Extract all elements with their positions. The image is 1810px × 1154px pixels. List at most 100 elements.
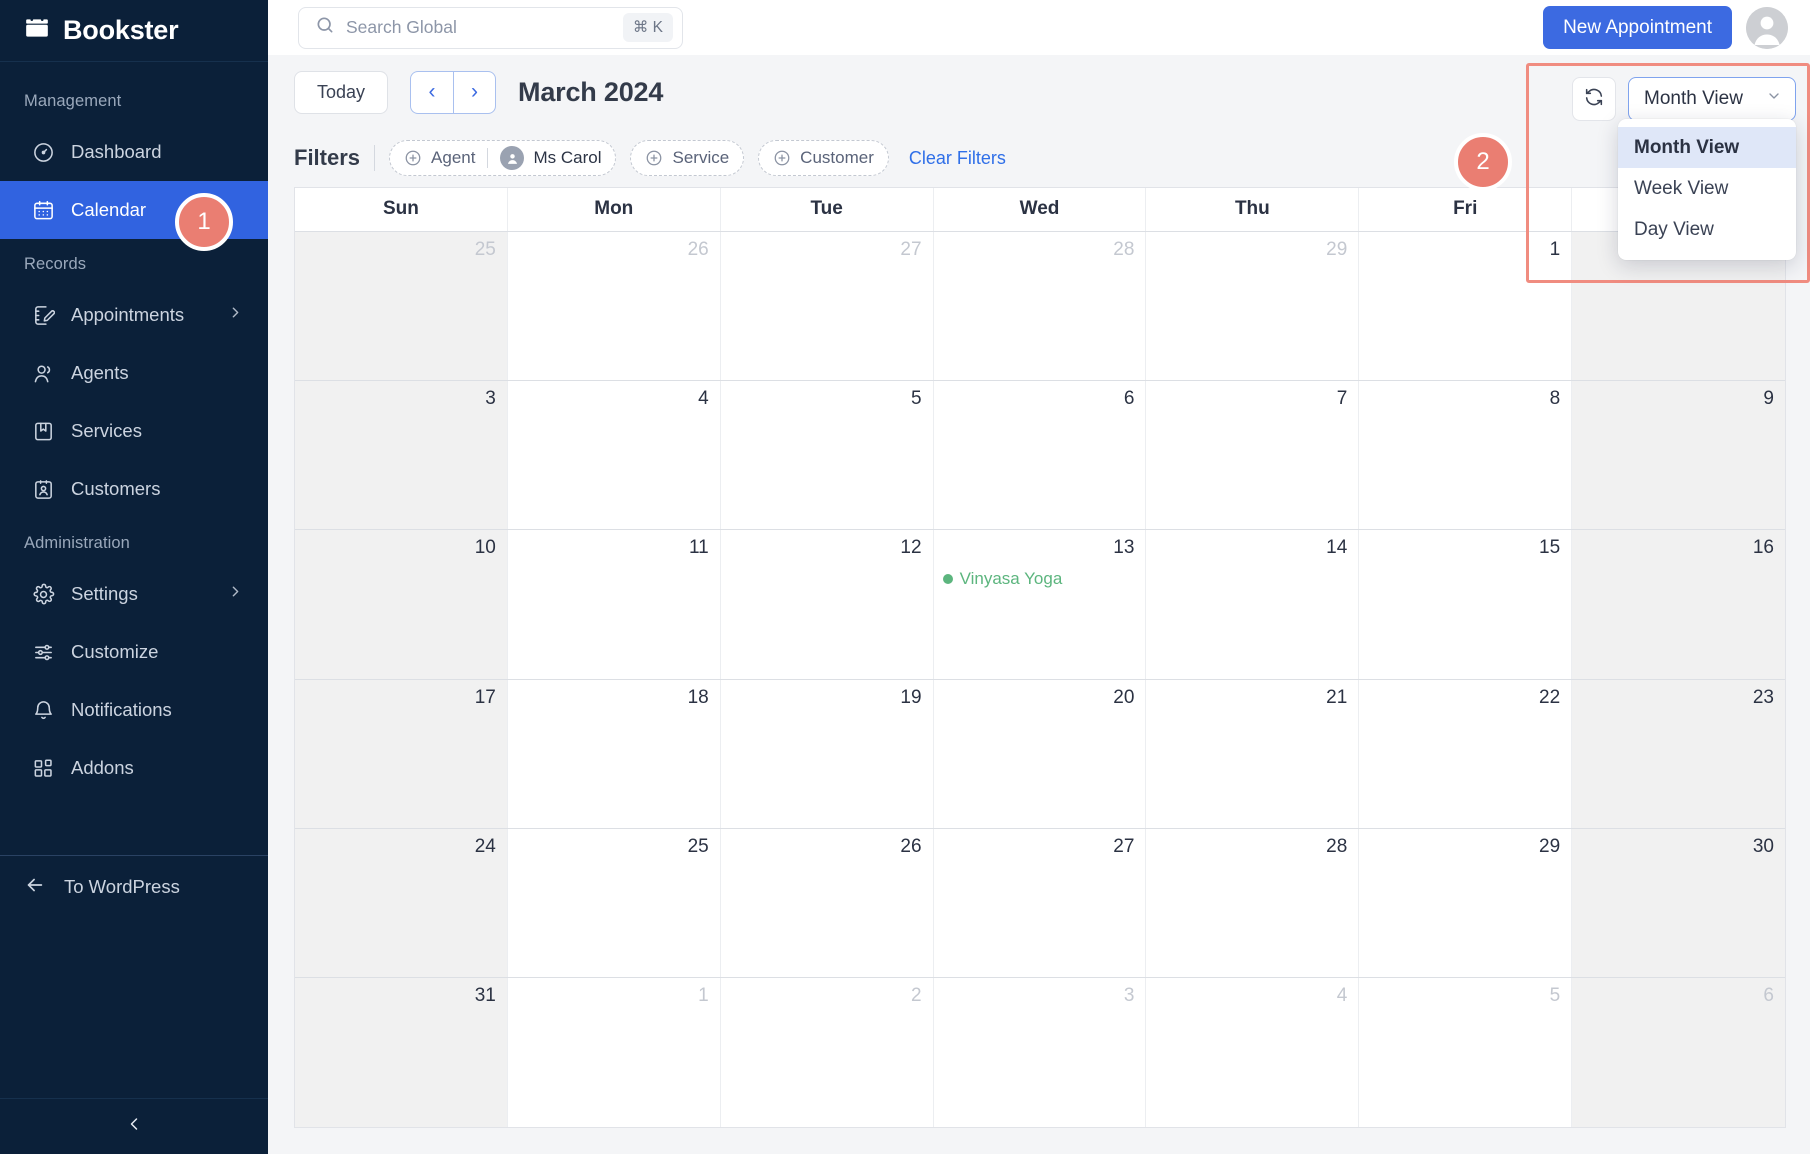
calendar-icon <box>24 15 50 46</box>
day-number: 24 <box>304 836 496 859</box>
calendar-day-cell[interactable]: 21 <box>1146 680 1359 828</box>
calendar-day-cell[interactable]: 6 <box>934 381 1147 529</box>
calendar-day-cell[interactable]: 9 <box>1572 381 1785 529</box>
blocks-icon <box>31 756 55 780</box>
view-option-day-view[interactable]: Day View <box>1618 209 1796 250</box>
calendar-day-cell[interactable]: 26 <box>721 829 934 977</box>
filters-label: Filters <box>294 145 360 171</box>
filter-chip-customer[interactable]: Customer <box>758 140 889 176</box>
calendar-day-cell[interactable]: 2 <box>721 978 934 1127</box>
day-number: 27 <box>943 836 1135 859</box>
calendar-day-cell[interactable]: 1 <box>508 978 721 1127</box>
calendar-day-cell[interactable]: 28 <box>1146 829 1359 977</box>
filter-chip-service[interactable]: Service <box>630 140 744 176</box>
chevron-down-icon <box>1766 88 1782 110</box>
day-number: 1 <box>1368 239 1560 262</box>
clear-filters-link[interactable]: Clear Filters <box>909 148 1006 169</box>
calendar-day-cell[interactable]: 29 <box>1359 829 1572 977</box>
calendar-day-cell[interactable]: 24 <box>295 829 508 977</box>
calendar-day-cell[interactable]: 5 <box>1359 978 1572 1127</box>
sidebar-item-addons[interactable]: Addons <box>0 739 268 797</box>
calendar-day-cell[interactable]: 13Vinyasa Yoga <box>934 530 1147 678</box>
calendar-day-cell[interactable]: 15 <box>1359 530 1572 678</box>
day-number: 6 <box>943 388 1135 411</box>
next-month-button[interactable]: › <box>453 71 496 114</box>
chip-avatar-icon <box>500 146 524 170</box>
weekday-header-mon: Mon <box>508 188 721 231</box>
calendar-event[interactable]: Vinyasa Yoga <box>943 569 1135 589</box>
calendar-week-row: 1718 19 20212223 <box>295 680 1785 829</box>
day-number: 31 <box>304 985 496 1008</box>
calendar-day-cell[interactable]: 8 <box>1359 381 1572 529</box>
search-input[interactable] <box>346 17 612 38</box>
calendar-day-cell[interactable]: 27 <box>934 829 1147 977</box>
search-box[interactable]: ⌘ K <box>298 7 683 49</box>
calendar-day-cell[interactable]: 22 <box>1359 680 1572 828</box>
filter-chip-agent[interactable]: AgentMs Carol <box>389 140 616 176</box>
contact-card-icon <box>31 477 55 501</box>
calendar-day-cell[interactable]: 7 <box>1146 381 1359 529</box>
weekday-header-sun: Sun <box>295 188 508 231</box>
note-edit-icon <box>31 303 55 327</box>
sidebar-item-services[interactable]: Services <box>0 402 268 460</box>
calendar-day-cell[interactable]: 20 <box>934 680 1147 828</box>
calendar-day-cell[interactable]: 29 <box>1146 232 1359 380</box>
main-area: ⌘ K New Appointment Today ‹ › March 2024… <box>268 0 1810 1154</box>
sidebar-item-notifications[interactable]: Notifications <box>0 681 268 739</box>
calendar-day-cell[interactable]: 6 <box>1572 978 1785 1127</box>
calendar-day-cell[interactable]: 1 <box>1359 232 1572 380</box>
calendar-day-cell[interactable]: 23 <box>1572 680 1785 828</box>
calendar-day-cell[interactable]: 27 <box>721 232 934 380</box>
sidebar-item-customers[interactable]: Customers <box>0 460 268 518</box>
view-option-week-view[interactable]: Week View <box>1618 168 1796 209</box>
filter-chip-label: Service <box>672 148 729 168</box>
plus-circle-icon <box>645 149 663 167</box>
calendar-day-cell[interactable]: 25 <box>295 232 508 380</box>
calendar-day-cell[interactable]: 26 <box>508 232 721 380</box>
weekday-header-fri: Fri <box>1359 188 1572 231</box>
sidebar-item-label: Addons <box>71 757 244 779</box>
bell-icon <box>31 698 55 722</box>
sidebar-item-agents[interactable]: Agents <box>0 344 268 402</box>
sidebar-item-label: Customers <box>71 478 244 500</box>
calendar-week-row: 3456789 <box>295 381 1785 530</box>
today-button[interactable]: Today <box>294 71 388 114</box>
day-number: 19 <box>730 687 922 710</box>
new-appointment-button[interactable]: New Appointment <box>1543 6 1732 49</box>
calendar-day-cell[interactable]: 14 <box>1146 530 1359 678</box>
view-dropdown-menu[interactable]: Month ViewWeek ViewDay View <box>1618 119 1796 260</box>
day-number: 9 <box>1581 388 1774 411</box>
calendar-day-cell[interactable]: 11 <box>508 530 721 678</box>
calendar-day-cell[interactable]: 18 <box>508 680 721 828</box>
sidebar-collapse-button[interactable] <box>0 1098 268 1154</box>
calendar-day-cell[interactable]: 17 <box>295 680 508 828</box>
day-number: 28 <box>943 239 1135 262</box>
calendar-week-row: 31 123456 <box>295 978 1785 1127</box>
avatar[interactable] <box>1746 7 1788 49</box>
calendar-day-cell[interactable]: 16 <box>1572 530 1785 678</box>
sidebar-item-appointments[interactable]: Appointments <box>0 286 268 344</box>
calendar-day-cell[interactable]: 3 <box>295 381 508 529</box>
prev-month-button[interactable]: ‹ <box>410 71 453 114</box>
sidebar-item-settings[interactable]: Settings <box>0 565 268 623</box>
calendar-day-cell[interactable]: 30 <box>1572 829 1785 977</box>
sidebar-item-label: Appointments <box>71 304 211 326</box>
calendar-nav-group: ‹ › <box>410 71 496 114</box>
calendar-day-cell[interactable]: 28 <box>934 232 1147 380</box>
sidebar-item-to-wordpress[interactable]: To WordPress <box>0 856 268 918</box>
calendar-day-cell[interactable]: 25 <box>508 829 721 977</box>
sidebar-item-customize[interactable]: Customize <box>0 623 268 681</box>
calendar-day-cell[interactable]: 19 <box>721 680 934 828</box>
calendar-day-cell[interactable]: 31 <box>295 978 508 1127</box>
calendar-day-cell[interactable]: 10 <box>295 530 508 678</box>
calendar-day-cell[interactable]: 4 <box>1146 978 1359 1127</box>
calendar-day-cell[interactable]: 12 <box>721 530 934 678</box>
view-option-month-view[interactable]: Month View <box>1618 127 1796 168</box>
view-select[interactable]: Month View <box>1628 77 1796 121</box>
day-number: 14 <box>1155 537 1347 560</box>
calendar-day-cell[interactable]: 5 <box>721 381 934 529</box>
sidebar-item-dashboard[interactable]: Dashboard <box>0 123 268 181</box>
calendar-day-cell[interactable]: 4 <box>508 381 721 529</box>
refresh-button[interactable] <box>1572 77 1616 121</box>
calendar-day-cell[interactable]: 3 <box>934 978 1147 1127</box>
